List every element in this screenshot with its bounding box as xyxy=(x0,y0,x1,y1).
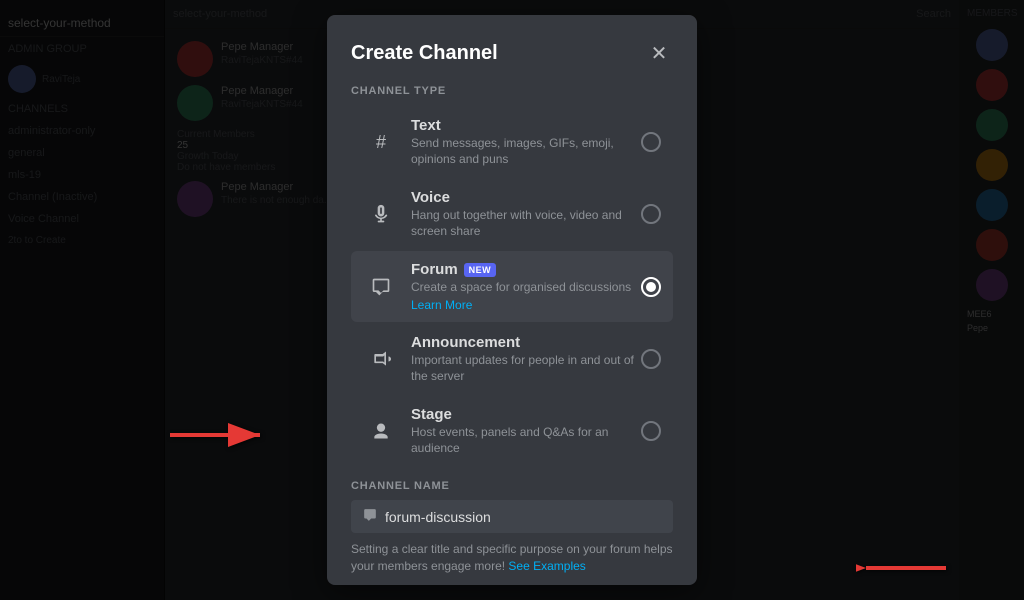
text-name: Text xyxy=(411,117,641,134)
text-info: Text Send messages, images, GIFs, emoji,… xyxy=(411,117,641,167)
channel-type-text[interactable]: # Text Send messages, images, GIFs, emoj… xyxy=(351,107,673,177)
create-channel-modal: Create Channel ✕ CHANNEL TYPE # Text Sen… xyxy=(327,15,697,585)
forum-icon xyxy=(363,269,399,305)
modal-backdrop[interactable]: Create Channel ✕ CHANNEL TYPE # Text Sen… xyxy=(0,0,1024,600)
modal-title: Create Channel xyxy=(351,42,498,65)
arrow-left-indicator xyxy=(160,415,280,460)
stage-info: Stage Host events, panels and Q&As for a… xyxy=(411,406,641,456)
forum-input-icon xyxy=(363,508,377,525)
voice-radio[interactable] xyxy=(641,204,661,224)
stage-icon xyxy=(363,413,399,449)
learn-more-link[interactable]: Learn More xyxy=(411,298,641,312)
stage-radio[interactable] xyxy=(641,421,661,441)
close-button[interactable]: ✕ xyxy=(645,39,673,67)
arrow-right-indicator xyxy=(856,548,956,593)
channel-type-forum[interactable]: Forum NEW Create a space for organised d… xyxy=(351,251,673,322)
forum-name: Forum NEW xyxy=(411,261,641,278)
announcement-info: Announcement Important updates for peopl… xyxy=(411,334,641,384)
text-icon: # xyxy=(363,124,399,160)
voice-desc: Hang out together with voice, video and … xyxy=(411,208,641,239)
announcement-icon xyxy=(363,341,399,377)
voice-icon xyxy=(363,196,399,232)
channel-name-input[interactable] xyxy=(385,509,661,525)
channel-input-wrapper xyxy=(351,500,673,533)
modal-header: Create Channel ✕ xyxy=(351,39,673,67)
channel-type-label: CHANNEL TYPE xyxy=(351,85,673,97)
text-radio[interactable] xyxy=(641,132,661,152)
channel-name-section: CHANNEL NAME Setting a clear title and s… xyxy=(351,480,673,575)
text-desc: Send messages, images, GIFs, emoji, opin… xyxy=(411,136,641,167)
announcement-desc: Important updates for people in and out … xyxy=(411,353,641,384)
stage-desc: Host events, panels and Q&As for an audi… xyxy=(411,425,641,456)
see-examples-link[interactable]: See Examples xyxy=(508,559,585,573)
channel-name-label: CHANNEL NAME xyxy=(351,480,673,492)
helper-text: Setting a clear title and specific purpo… xyxy=(351,541,673,575)
announcement-radio[interactable] xyxy=(641,349,661,369)
new-badge: NEW xyxy=(464,263,497,277)
forum-radio[interactable] xyxy=(641,277,661,297)
voice-info: Voice Hang out together with voice, vide… xyxy=(411,189,641,239)
voice-name: Voice xyxy=(411,189,641,206)
channel-type-announcement[interactable]: Announcement Important updates for peopl… xyxy=(351,324,673,394)
forum-desc: Create a space for organised discussions xyxy=(411,280,641,296)
stage-name: Stage xyxy=(411,406,641,423)
announcement-name: Announcement xyxy=(411,334,641,351)
channel-type-voice[interactable]: Voice Hang out together with voice, vide… xyxy=(351,179,673,249)
channel-type-stage[interactable]: Stage Host events, panels and Q&As for a… xyxy=(351,396,673,466)
forum-info: Forum NEW Create a space for organised d… xyxy=(411,261,641,312)
